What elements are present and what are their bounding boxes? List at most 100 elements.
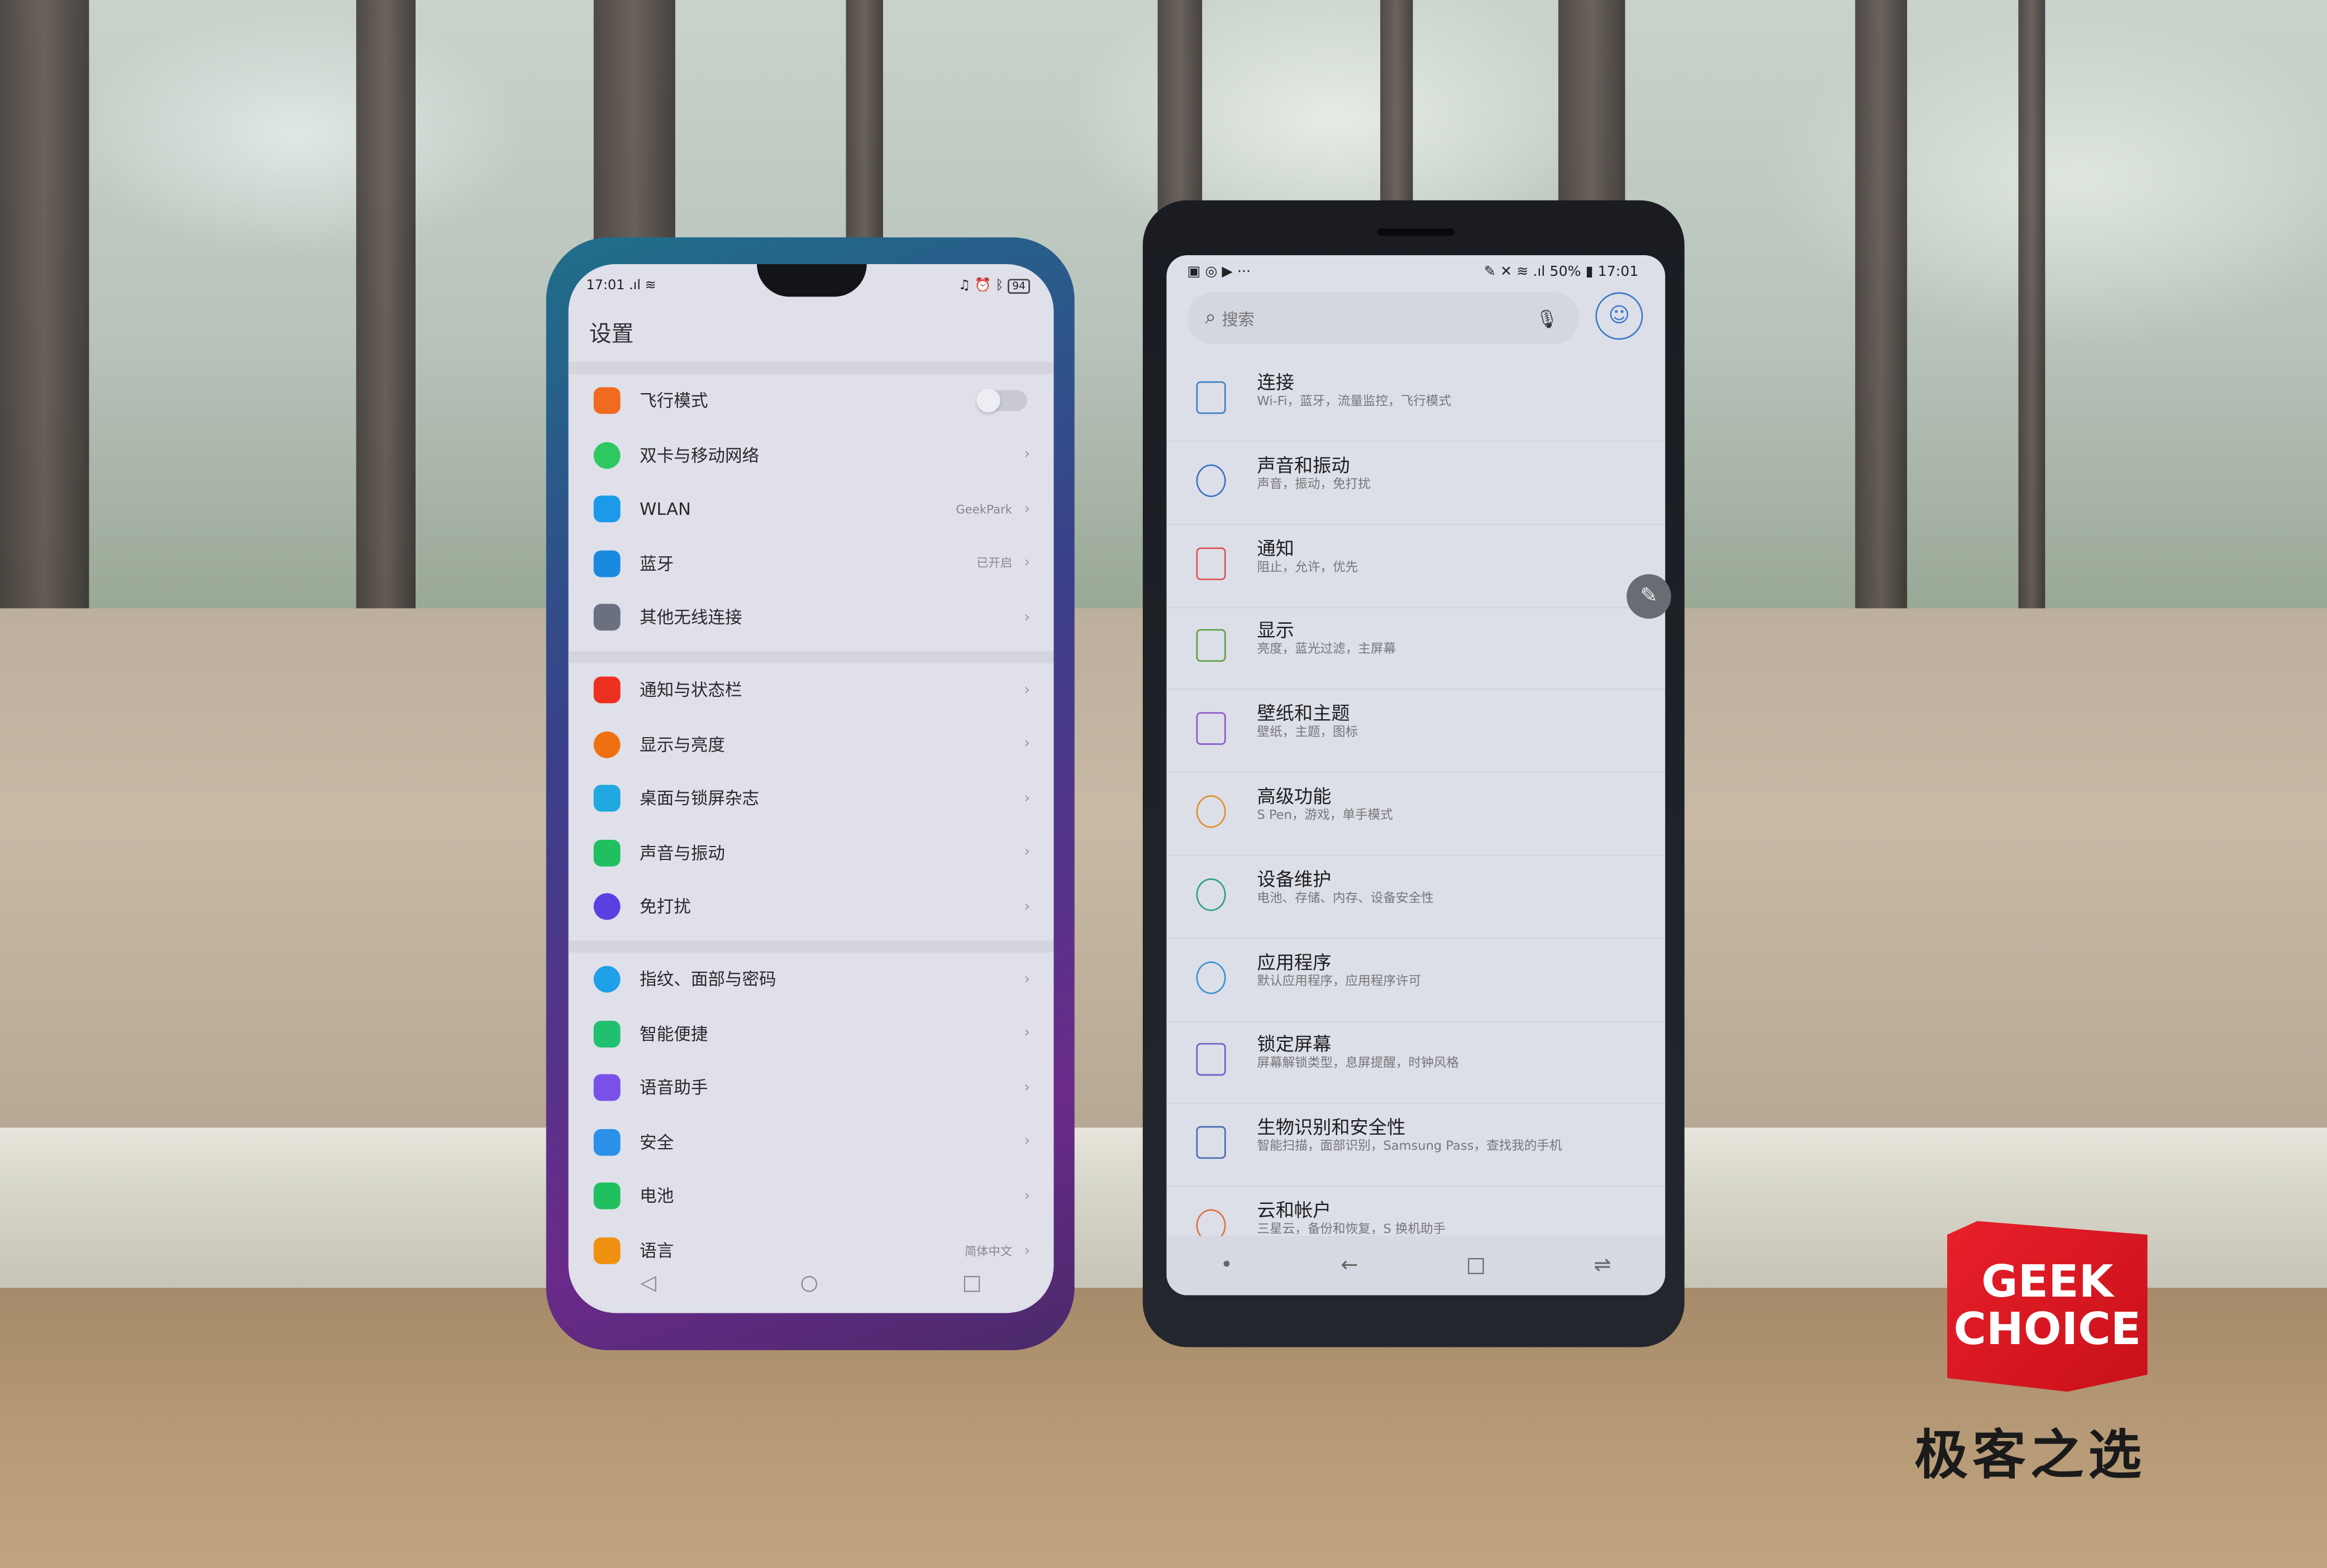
list-item-moon[interactable]: 免打扰 › xyxy=(569,881,1054,934)
settings-item-sound[interactable]: 声音和振动 声音，振动，免打扰 xyxy=(1166,442,1666,525)
list-item-globe[interactable]: 双卡与移动网络 › xyxy=(569,428,1054,482)
edit-button[interactable]: ✎ xyxy=(1627,574,1671,619)
item-label: 桌面与锁屏杂志 xyxy=(640,788,760,809)
wifi-icon: ≋ xyxy=(645,279,656,294)
airplane-mode-toggle[interactable] xyxy=(976,389,1027,413)
account-button[interactable]: ☺ xyxy=(1595,292,1643,340)
bluetooth-icon xyxy=(593,550,621,577)
settings-item-shield[interactable]: 生物识别和安全性 智能扫描，面部识别，Samsung Pass，查找我的手机 xyxy=(1166,1104,1666,1188)
connection-icon xyxy=(1196,381,1226,414)
item-subtitle: S Pen，游戏，单手模式 xyxy=(1257,809,1393,824)
settings-item-brush[interactable]: 壁纸和主题 壁纸，主题，图标 xyxy=(1166,690,1666,773)
item-title: 云和帐户 xyxy=(1257,1198,1332,1221)
item-title: 设备维护 xyxy=(1257,867,1332,890)
item-subtitle: 智能扫描，面部识别，Samsung Pass，查找我的手机 xyxy=(1257,1140,1562,1155)
sound-icon xyxy=(1196,464,1226,497)
page-title: 设置 xyxy=(589,320,634,347)
notification-icons: ▣ ◎ ▶ ··· xyxy=(1187,264,1251,281)
list-item-display[interactable]: 显示与亮度 › xyxy=(569,718,1054,771)
search-input[interactable]: ⌕ 搜索 🎙 xyxy=(1187,292,1580,345)
left-phone-screen: 17:01 .ıl ≋ ♫ ⏰ ᛒ 94 设置 飞行模式 双卡与移动网络 › WLAN… xyxy=(568,264,1054,1313)
item-label: 其他无线连接 xyxy=(640,607,742,628)
recents-button[interactable]: □ xyxy=(962,1271,982,1295)
user-icon: ☺ xyxy=(1608,304,1630,328)
settings-item-display[interactable]: 显示 亮度，蓝光过滤，主屏幕 xyxy=(1166,608,1666,691)
item-subtitle: Wi-Fi，蓝牙，流量监控，飞行模式 xyxy=(1257,394,1451,410)
item-title: 生物识别和安全性 xyxy=(1257,1116,1406,1139)
logo-line2: CHOICE xyxy=(1953,1303,2142,1356)
geek-choice-logo: GEEK CHOICE xyxy=(1947,1221,2148,1392)
chevron-right-icon: › xyxy=(1024,790,1030,807)
battery-percent: 50% xyxy=(1549,264,1581,281)
item-title: 高级功能 xyxy=(1257,785,1332,807)
item-title: 应用程序 xyxy=(1257,950,1332,973)
more-icon xyxy=(593,604,621,632)
battery-icon xyxy=(593,1183,621,1210)
chevron-right-icon: › xyxy=(1024,1242,1030,1259)
settings-item-maintenance[interactable]: 设备维护 电池、存储、内存、设备安全性 xyxy=(1166,856,1666,939)
settings-item-connection[interactable]: 连接 Wi-Fi，蓝牙，流量监控，飞行模式 xyxy=(1166,359,1666,442)
item-subtitle: 壁纸，主题，图标 xyxy=(1257,725,1358,741)
lock-icon xyxy=(1196,1043,1226,1077)
item-label: 显示与亮度 xyxy=(640,734,725,755)
alarm-icon: ⏰ xyxy=(974,279,991,294)
home-button[interactable]: ○ xyxy=(800,1271,818,1295)
item-subtitle: 电池、存储、内存、设备安全性 xyxy=(1257,891,1434,906)
mic-icon[interactable]: 🎙 xyxy=(1536,308,1558,328)
settings-item-apps[interactable]: 应用程序 默认应用程序，应用程序许可 xyxy=(1166,939,1666,1022)
logo-line1: GEEK xyxy=(1981,1256,2114,1308)
notification-icon xyxy=(1196,547,1226,580)
item-label: 通知与状态栏 xyxy=(640,679,742,701)
brush-icon xyxy=(1196,712,1226,745)
group-separator xyxy=(568,362,1054,374)
shield-icon xyxy=(593,1129,621,1156)
chevron-right-icon: › xyxy=(1024,609,1030,626)
item-title: 显示 xyxy=(1257,619,1294,642)
moon-icon xyxy=(593,893,621,921)
list-item-mic[interactable]: 语音助手 › xyxy=(569,1061,1054,1115)
pencil-icon: ✎ xyxy=(1640,584,1658,609)
home-button[interactable]: □ xyxy=(1466,1254,1486,1278)
chevron-right-icon: › xyxy=(1024,501,1030,518)
display-icon xyxy=(1196,629,1226,663)
item-label: 电池 xyxy=(640,1185,674,1207)
vibrate-icon: ♫ xyxy=(958,279,971,294)
list-item-airplane[interactable]: 飞行模式 xyxy=(569,374,1054,428)
status-bar: ▣ ◎ ▶ ··· ✎ ✕ ≋ .ıl 50% ▮ 17:01 xyxy=(1188,264,1639,280)
list-item-bluetooth[interactable]: 蓝牙 已开启 › xyxy=(569,537,1054,590)
chevron-right-icon: › xyxy=(1024,898,1030,916)
list-item-battery[interactable]: 电池 › xyxy=(569,1170,1054,1223)
list-item-notification[interactable]: 通知与状态栏 › xyxy=(569,663,1054,717)
item-label: 指纹、面部与密码 xyxy=(640,969,776,990)
status-time: 17:01 xyxy=(586,279,625,294)
list-item-language[interactable]: 语言 简体中文 › xyxy=(569,1224,1054,1278)
wallpaper-icon xyxy=(593,785,621,812)
settings-item-notification[interactable]: 通知 阻止，允许，优先 xyxy=(1166,524,1666,608)
back-button[interactable]: ◁ xyxy=(640,1271,656,1295)
item-value: 简体中文 xyxy=(965,1244,1013,1258)
list-item-smart[interactable]: 智能便捷 › xyxy=(569,1007,1054,1060)
notification-icon xyxy=(593,676,621,704)
settings-item-lock[interactable]: 锁定屏幕 屏幕解锁类型，息屏提醒，时钟风格 xyxy=(1166,1021,1666,1105)
apps-icon xyxy=(1196,960,1226,994)
navigation-bar: ◁ ○ □ xyxy=(569,1271,1054,1295)
list-item-more[interactable]: 其他无线连接 › xyxy=(569,591,1054,645)
list-item-speaker[interactable]: 声音与振动 › xyxy=(569,826,1054,879)
recents-button[interactable]: ⇌ xyxy=(1594,1254,1611,1278)
list-item-wallpaper[interactable]: 桌面与锁屏杂志 › xyxy=(569,772,1054,825)
list-item-wifi[interactable]: WLAN GeekPark › xyxy=(569,482,1054,536)
status-time: 17:01 xyxy=(1598,264,1639,281)
back-button[interactable]: ← xyxy=(1341,1254,1358,1278)
chevron-right-icon: › xyxy=(1024,447,1030,463)
speaker-icon xyxy=(593,839,621,867)
mic-icon xyxy=(593,1074,621,1101)
list-item-shield[interactable]: 安全 › xyxy=(569,1116,1054,1169)
list-item-fingerprint[interactable]: 指纹、面部与密码 › xyxy=(569,953,1054,1006)
signal-icon: ✎ ✕ ≋ .ıl xyxy=(1484,264,1546,281)
item-title: 锁定屏幕 xyxy=(1257,1033,1332,1056)
item-label: 智能便捷 xyxy=(640,1023,708,1044)
settings-item-gear-plus[interactable]: 高级功能 S Pen，游戏，单手模式 xyxy=(1166,773,1666,857)
chevron-right-icon: › xyxy=(1024,1025,1030,1042)
chevron-right-icon: › xyxy=(1024,1079,1030,1096)
item-label: 声音与振动 xyxy=(640,842,725,863)
